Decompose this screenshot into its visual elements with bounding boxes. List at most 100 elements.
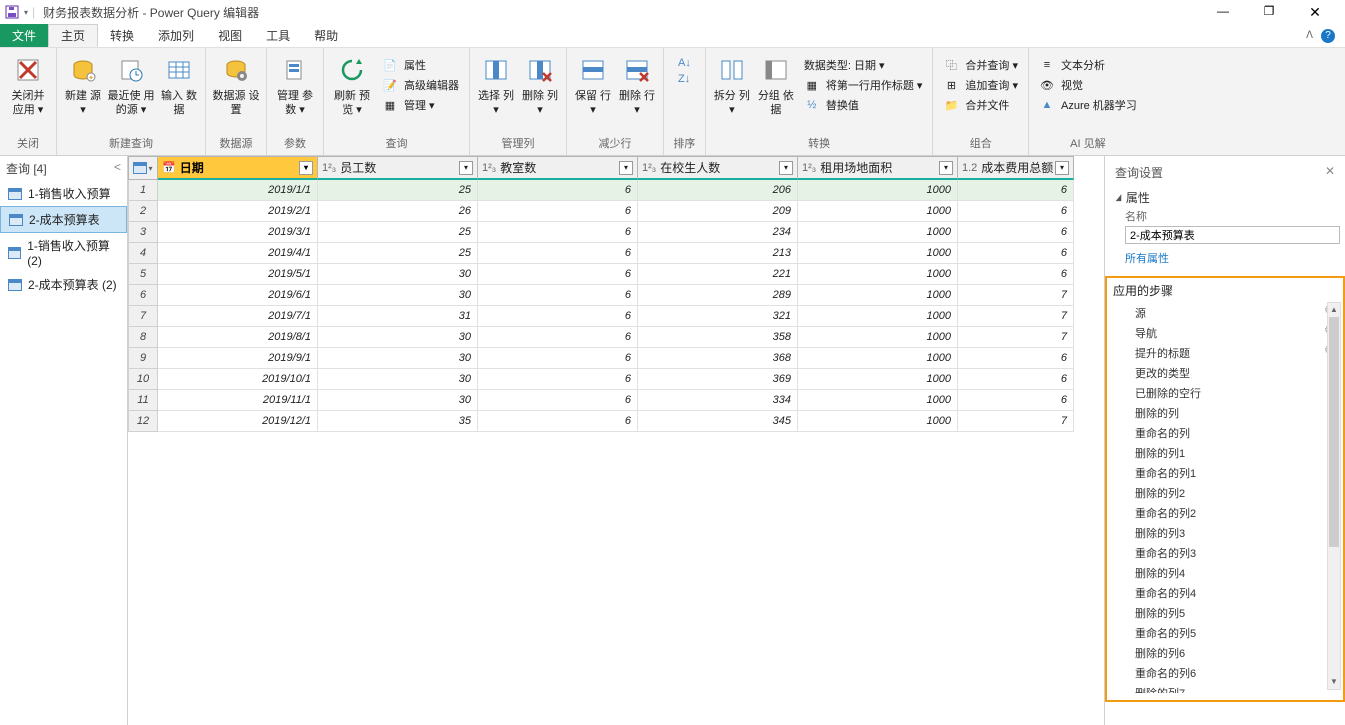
combine-files-button[interactable]: 📁合并文件 [939,96,1022,114]
query-name-input[interactable] [1125,226,1340,244]
row-number[interactable]: 12 [128,411,158,432]
cell[interactable]: 6 [958,180,1074,201]
column-type-icon[interactable]: 📅 [162,161,176,174]
applied-step-item[interactable]: 重命名的列1 [1113,463,1337,483]
cell[interactable]: 234 [638,222,798,243]
cell[interactable]: 6 [478,222,638,243]
applied-step-item[interactable]: 源⚙ [1113,303,1337,323]
cell[interactable]: 6 [958,201,1074,222]
table-row[interactable]: 52019/5/130622110006 [128,264,1104,285]
collapse-ribbon-icon[interactable]: ᐱ [1306,30,1313,41]
cell[interactable]: 7 [958,285,1074,306]
cell[interactable]: 6 [478,306,638,327]
applied-step-item[interactable]: 删除的列7 [1113,683,1337,693]
vision-button[interactable]: 👁视觉 [1035,76,1141,94]
table-row[interactable]: 22019/2/126620910006 [128,201,1104,222]
cell[interactable]: 6 [478,180,638,201]
column-header[interactable]: 1²₃员工数▾ [318,156,478,180]
table-icon[interactable]: ▾ [128,156,158,180]
cell[interactable]: 1000 [798,411,958,432]
tab-tools[interactable]: 工具 [254,24,302,47]
cell[interactable]: 1000 [798,201,958,222]
maximize-button[interactable]: ❐ [1261,4,1277,21]
table-row[interactable]: 82019/8/130635810007 [128,327,1104,348]
cell[interactable]: 7 [958,327,1074,348]
cell[interactable]: 6 [958,264,1074,285]
cell[interactable]: 2019/4/1 [158,243,318,264]
column-header[interactable]: 1²₃租用场地面积▾ [798,156,958,180]
row-number[interactable]: 5 [128,264,158,285]
applied-step-item[interactable]: 重命名的列5 [1113,623,1337,643]
cell[interactable]: 1000 [798,327,958,348]
split-column-button[interactable]: 拆分 列 ▾ [712,52,752,117]
applied-step-item[interactable]: 删除的列6 [1113,643,1337,663]
table-row[interactable]: 32019/3/125623410006 [128,222,1104,243]
column-type-icon[interactable]: 1²₃ [642,162,656,174]
cell[interactable]: 1000 [798,390,958,411]
cell[interactable]: 1000 [798,285,958,306]
cell[interactable]: 206 [638,180,798,201]
cell[interactable]: 358 [638,327,798,348]
text-analytics-button[interactable]: ≡文本分析 [1035,56,1141,74]
keep-rows-button[interactable]: 保留 行 ▾ [573,52,613,117]
queries-pane-collapse-icon[interactable]: < [114,160,121,177]
cell[interactable]: 2019/9/1 [158,348,318,369]
applied-step-item[interactable]: 删除的列2 [1113,483,1337,503]
cell[interactable]: 6 [478,369,638,390]
cell[interactable]: 30 [318,348,478,369]
row-number[interactable]: 3 [128,222,158,243]
applied-step-item[interactable]: 删除的列1 [1113,443,1337,463]
applied-step-item[interactable]: 删除的列4 [1113,563,1337,583]
cell[interactable]: 6 [478,390,638,411]
tab-file[interactable]: 文件 [0,24,48,47]
cell[interactable]: 213 [638,243,798,264]
cell[interactable]: 31 [318,306,478,327]
cell[interactable]: 1000 [798,243,958,264]
column-header[interactable]: 1.2成本费用总额▾ [958,156,1074,180]
group-by-button[interactable]: 分组 依据 [756,52,796,117]
cell[interactable]: 1000 [798,222,958,243]
scroll-thumb[interactable] [1329,317,1339,547]
cell[interactable]: 2019/5/1 [158,264,318,285]
cell[interactable]: 1000 [798,264,958,285]
cell[interactable]: 6 [478,348,638,369]
table-row[interactable]: 62019/6/130628910007 [128,285,1104,306]
manage-button[interactable]: ▦管理 ▾ [378,96,463,114]
cell[interactable]: 321 [638,306,798,327]
cell[interactable]: 6 [958,369,1074,390]
applied-steps-header[interactable]: 应用的步骤 [1113,282,1337,303]
save-icon[interactable] [4,4,20,20]
cell[interactable]: 2019/12/1 [158,411,318,432]
table-row[interactable]: 42019/4/125621310006 [128,243,1104,264]
remove-columns-button[interactable]: 删除 列 ▾ [520,52,560,117]
tab-home[interactable]: 主页 [48,24,98,47]
new-source-button[interactable]: ✦ 新建 源 ▾ [63,52,103,117]
first-row-header-button[interactable]: ▦将第一行用作标题 ▾ [800,76,927,94]
cell[interactable]: 2019/11/1 [158,390,318,411]
row-number[interactable]: 10 [128,369,158,390]
column-type-icon[interactable]: 1.2 [962,162,977,174]
cell[interactable]: 30 [318,264,478,285]
cell[interactable]: 2019/1/1 [158,180,318,201]
cell[interactable]: 2019/7/1 [158,306,318,327]
cell[interactable]: 6 [478,264,638,285]
row-number[interactable]: 1 [128,180,158,201]
cell[interactable]: 6 [478,201,638,222]
cell[interactable]: 2019/2/1 [158,201,318,222]
query-item[interactable]: 1-销售收入预算 (2) [0,233,127,272]
column-type-icon[interactable]: 1²₃ [802,162,816,174]
cell[interactable]: 6 [478,285,638,306]
applied-step-item[interactable]: 重命名的列6 [1113,663,1337,683]
cell[interactable]: 334 [638,390,798,411]
tab-view[interactable]: 视图 [206,24,254,47]
cell[interactable]: 26 [318,201,478,222]
properties-section-header[interactable]: 属性 [1115,189,1335,206]
cell[interactable]: 30 [318,285,478,306]
row-number[interactable]: 7 [128,306,158,327]
cell[interactable]: 6 [478,327,638,348]
cell[interactable]: 1000 [798,369,958,390]
scroll-down-icon[interactable]: ▼ [1328,675,1340,689]
applied-step-item[interactable]: 删除的列3 [1113,523,1337,543]
cell[interactable]: 345 [638,411,798,432]
column-filter-icon[interactable]: ▾ [939,161,953,175]
